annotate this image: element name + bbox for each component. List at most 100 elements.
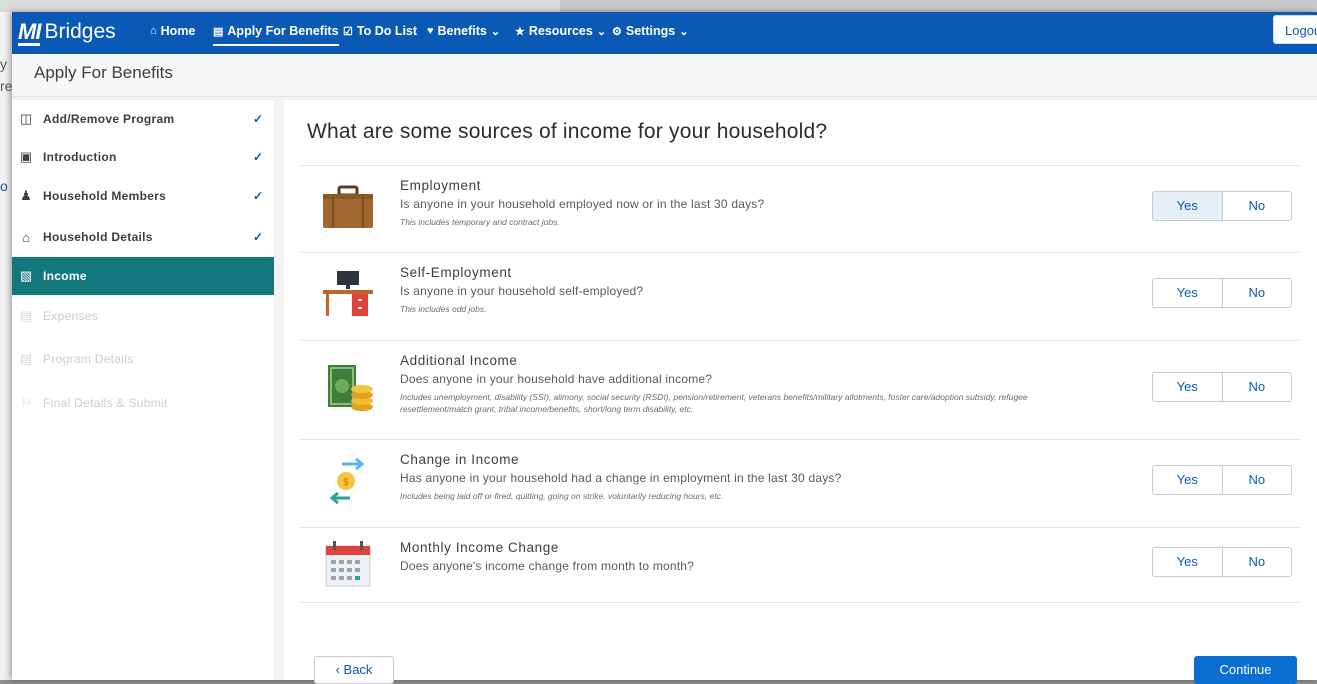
chevron-down-icon: ⌄ bbox=[679, 25, 689, 38]
no-button[interactable]: No bbox=[1221, 192, 1291, 220]
income-source-change-in-income: $ Change in Income Has anyone in your ho… bbox=[300, 439, 1300, 527]
chevron-left-icon: ‹ bbox=[335, 662, 340, 677]
background-window-titlebar bbox=[0, 0, 560, 12]
briefcase-icon bbox=[323, 185, 373, 228]
no-button[interactable]: No bbox=[1221, 466, 1291, 494]
yes-button[interactable]: Yes bbox=[1153, 279, 1222, 307]
self-employment-yes-no-toggle: Yes No bbox=[1152, 278, 1292, 308]
income-source-employment: Employment Is anyone in your household e… bbox=[300, 165, 1300, 252]
income-source-note: This includes odd jobs. bbox=[400, 304, 487, 314]
nav-resources[interactable]: ★ Resources ⌄ bbox=[515, 24, 606, 38]
step-label: Household Details bbox=[43, 230, 153, 244]
no-button[interactable]: No bbox=[1221, 279, 1291, 307]
home-icon: ⌂ bbox=[150, 25, 157, 37]
step-label: Income bbox=[43, 269, 87, 283]
step-label: Household Members bbox=[43, 189, 167, 203]
income-source-text: Employment Is anyone in your household e… bbox=[400, 178, 1050, 228]
calendar-icon bbox=[325, 541, 371, 587]
checkmark-icon: ✓ bbox=[253, 230, 264, 244]
wallet-icon: ▧ bbox=[19, 268, 33, 283]
nav-home[interactable]: ⌂ Home bbox=[150, 24, 195, 38]
step-label: Final Details & Submit bbox=[43, 396, 168, 410]
income-source-question: Does anyone's income change from month t… bbox=[400, 559, 695, 573]
income-source-text: Monthly Income Change Does anyone's inco… bbox=[400, 540, 694, 573]
income-source-title: Self-Employment bbox=[400, 265, 512, 280]
step-label: Add/Remove Program bbox=[43, 112, 175, 126]
background-strip bbox=[560, 0, 1317, 12]
heart-icon: ♥ bbox=[427, 25, 434, 37]
yes-button[interactable]: Yes bbox=[1153, 466, 1222, 494]
house-icon: ⌂ bbox=[22, 229, 30, 245]
background-text-fragment: y bbox=[0, 56, 7, 72]
background-text-fragment: re bbox=[0, 78, 13, 94]
page-title: Apply For Benefits bbox=[34, 63, 173, 82]
monthly-income-change-yes-no-toggle: Yes No bbox=[1152, 547, 1292, 577]
money-icon bbox=[328, 365, 373, 411]
application-steps-sidebar: ◫ Add/Remove Program ✓ ▣ Introduction ✓ … bbox=[12, 100, 274, 680]
svg-text:$: $ bbox=[343, 477, 349, 488]
change-in-income-yes-no-toggle: Yes No bbox=[1152, 465, 1292, 495]
nav-to-do-list[interactable]: ☑ To Do List bbox=[343, 24, 417, 38]
income-source-question: Is anyone in your household employed now… bbox=[400, 197, 765, 211]
logout-button[interactable]: Logout bbox=[1273, 15, 1317, 44]
income-source-note: This includes temporary and contract job… bbox=[400, 217, 560, 227]
desk-icon bbox=[323, 271, 373, 316]
star-icon: ★ bbox=[515, 25, 525, 38]
logo-mark: MI bbox=[18, 19, 41, 46]
income-source-note: Includes being laid off or fired, quitti… bbox=[400, 491, 724, 501]
checkmark-icon: ✓ bbox=[253, 189, 264, 203]
checkbox-icon: ☑ bbox=[343, 25, 353, 38]
gear-icon: ⚙ bbox=[612, 25, 622, 38]
step-final-details-submit: ⚐ Final Details & Submit bbox=[12, 384, 274, 422]
id-card-icon: ▣ bbox=[19, 149, 33, 164]
nav-label: To Do List bbox=[356, 24, 418, 38]
nav-label: Benefits bbox=[437, 24, 487, 38]
nav-label: Resources bbox=[528, 24, 593, 38]
logo-text: Bridges bbox=[44, 20, 116, 43]
checkmark-icon: ✓ bbox=[253, 150, 264, 164]
income-source-question: Does anyone in your household have addit… bbox=[400, 372, 713, 386]
step-label: Program Details bbox=[43, 352, 134, 366]
checkmark-icon: ✓ bbox=[253, 112, 264, 126]
step-income[interactable]: ▧ Income bbox=[12, 257, 274, 295]
income-source-text: Change in Income Has anyone in your hous… bbox=[400, 452, 1050, 502]
income-source-title: Change in Income bbox=[400, 452, 520, 467]
mi-bridges-logo[interactable]: MI Bridges bbox=[18, 19, 116, 46]
income-source-self-employment: Self-Employment Is anyone in your househ… bbox=[300, 252, 1300, 340]
additional-income-yes-no-toggle: Yes No bbox=[1152, 372, 1292, 402]
step-label: Introduction bbox=[43, 150, 117, 164]
income-source-note: Includes unemployment, disability (SSI),… bbox=[400, 392, 1028, 414]
document-icon: ▤ bbox=[213, 25, 224, 38]
background-text-fragment: o bbox=[0, 178, 8, 194]
income-source-monthly-income-change: Monthly Income Change Does anyone's inco… bbox=[300, 527, 1300, 603]
step-program-details: ▤ Program Details bbox=[12, 340, 274, 378]
step-household-details[interactable]: ⌂ Household Details ✓ bbox=[12, 218, 274, 256]
step-household-members[interactable]: ♟ Household Members ✓ bbox=[12, 177, 274, 215]
yes-button[interactable]: Yes bbox=[1153, 548, 1222, 576]
income-source-text: Self-Employment Is anyone in your househ… bbox=[400, 265, 1050, 315]
nav-label: Home bbox=[160, 24, 196, 38]
nav-settings[interactable]: ⚙ Settings ⌄ bbox=[612, 24, 688, 38]
nav-label: Apply For Benefits bbox=[227, 24, 339, 38]
flag-icon: ⚐ bbox=[20, 395, 32, 410]
receipt-icon: ▤ bbox=[19, 308, 33, 323]
no-button[interactable]: No bbox=[1221, 548, 1291, 576]
nav-label: Settings bbox=[625, 24, 676, 38]
income-sources-panel: What are some sources of income for your… bbox=[284, 100, 1317, 684]
income-source-title: Additional Income bbox=[400, 353, 518, 368]
nav-benefits[interactable]: ♥ Benefits ⌄ bbox=[427, 24, 500, 38]
no-button[interactable]: No bbox=[1221, 373, 1291, 401]
employment-yes-no-toggle: Yes No bbox=[1152, 191, 1292, 221]
yes-button[interactable]: Yes bbox=[1153, 192, 1222, 220]
income-source-title: Monthly Income Change bbox=[400, 540, 559, 555]
app-window: MI Bridges ⌂ Home ▤ Apply For Benefits ☑… bbox=[12, 12, 1317, 684]
step-add-remove-program[interactable]: ◫ Add/Remove Program ✓ bbox=[12, 100, 274, 138]
chevron-down-icon: ⌄ bbox=[596, 25, 607, 38]
question-title: What are some sources of income for your… bbox=[307, 120, 828, 143]
yes-button[interactable]: Yes bbox=[1153, 373, 1222, 401]
add-remove-icon: ◫ bbox=[19, 111, 33, 126]
nav-apply-for-benefits[interactable]: ▤ Apply For Benefits bbox=[213, 24, 339, 46]
income-source-question: Is anyone in your household self-employe… bbox=[400, 284, 644, 298]
chevron-down-icon: ⌄ bbox=[490, 25, 501, 38]
step-introduction[interactable]: ▣ Introduction ✓ bbox=[12, 138, 274, 176]
